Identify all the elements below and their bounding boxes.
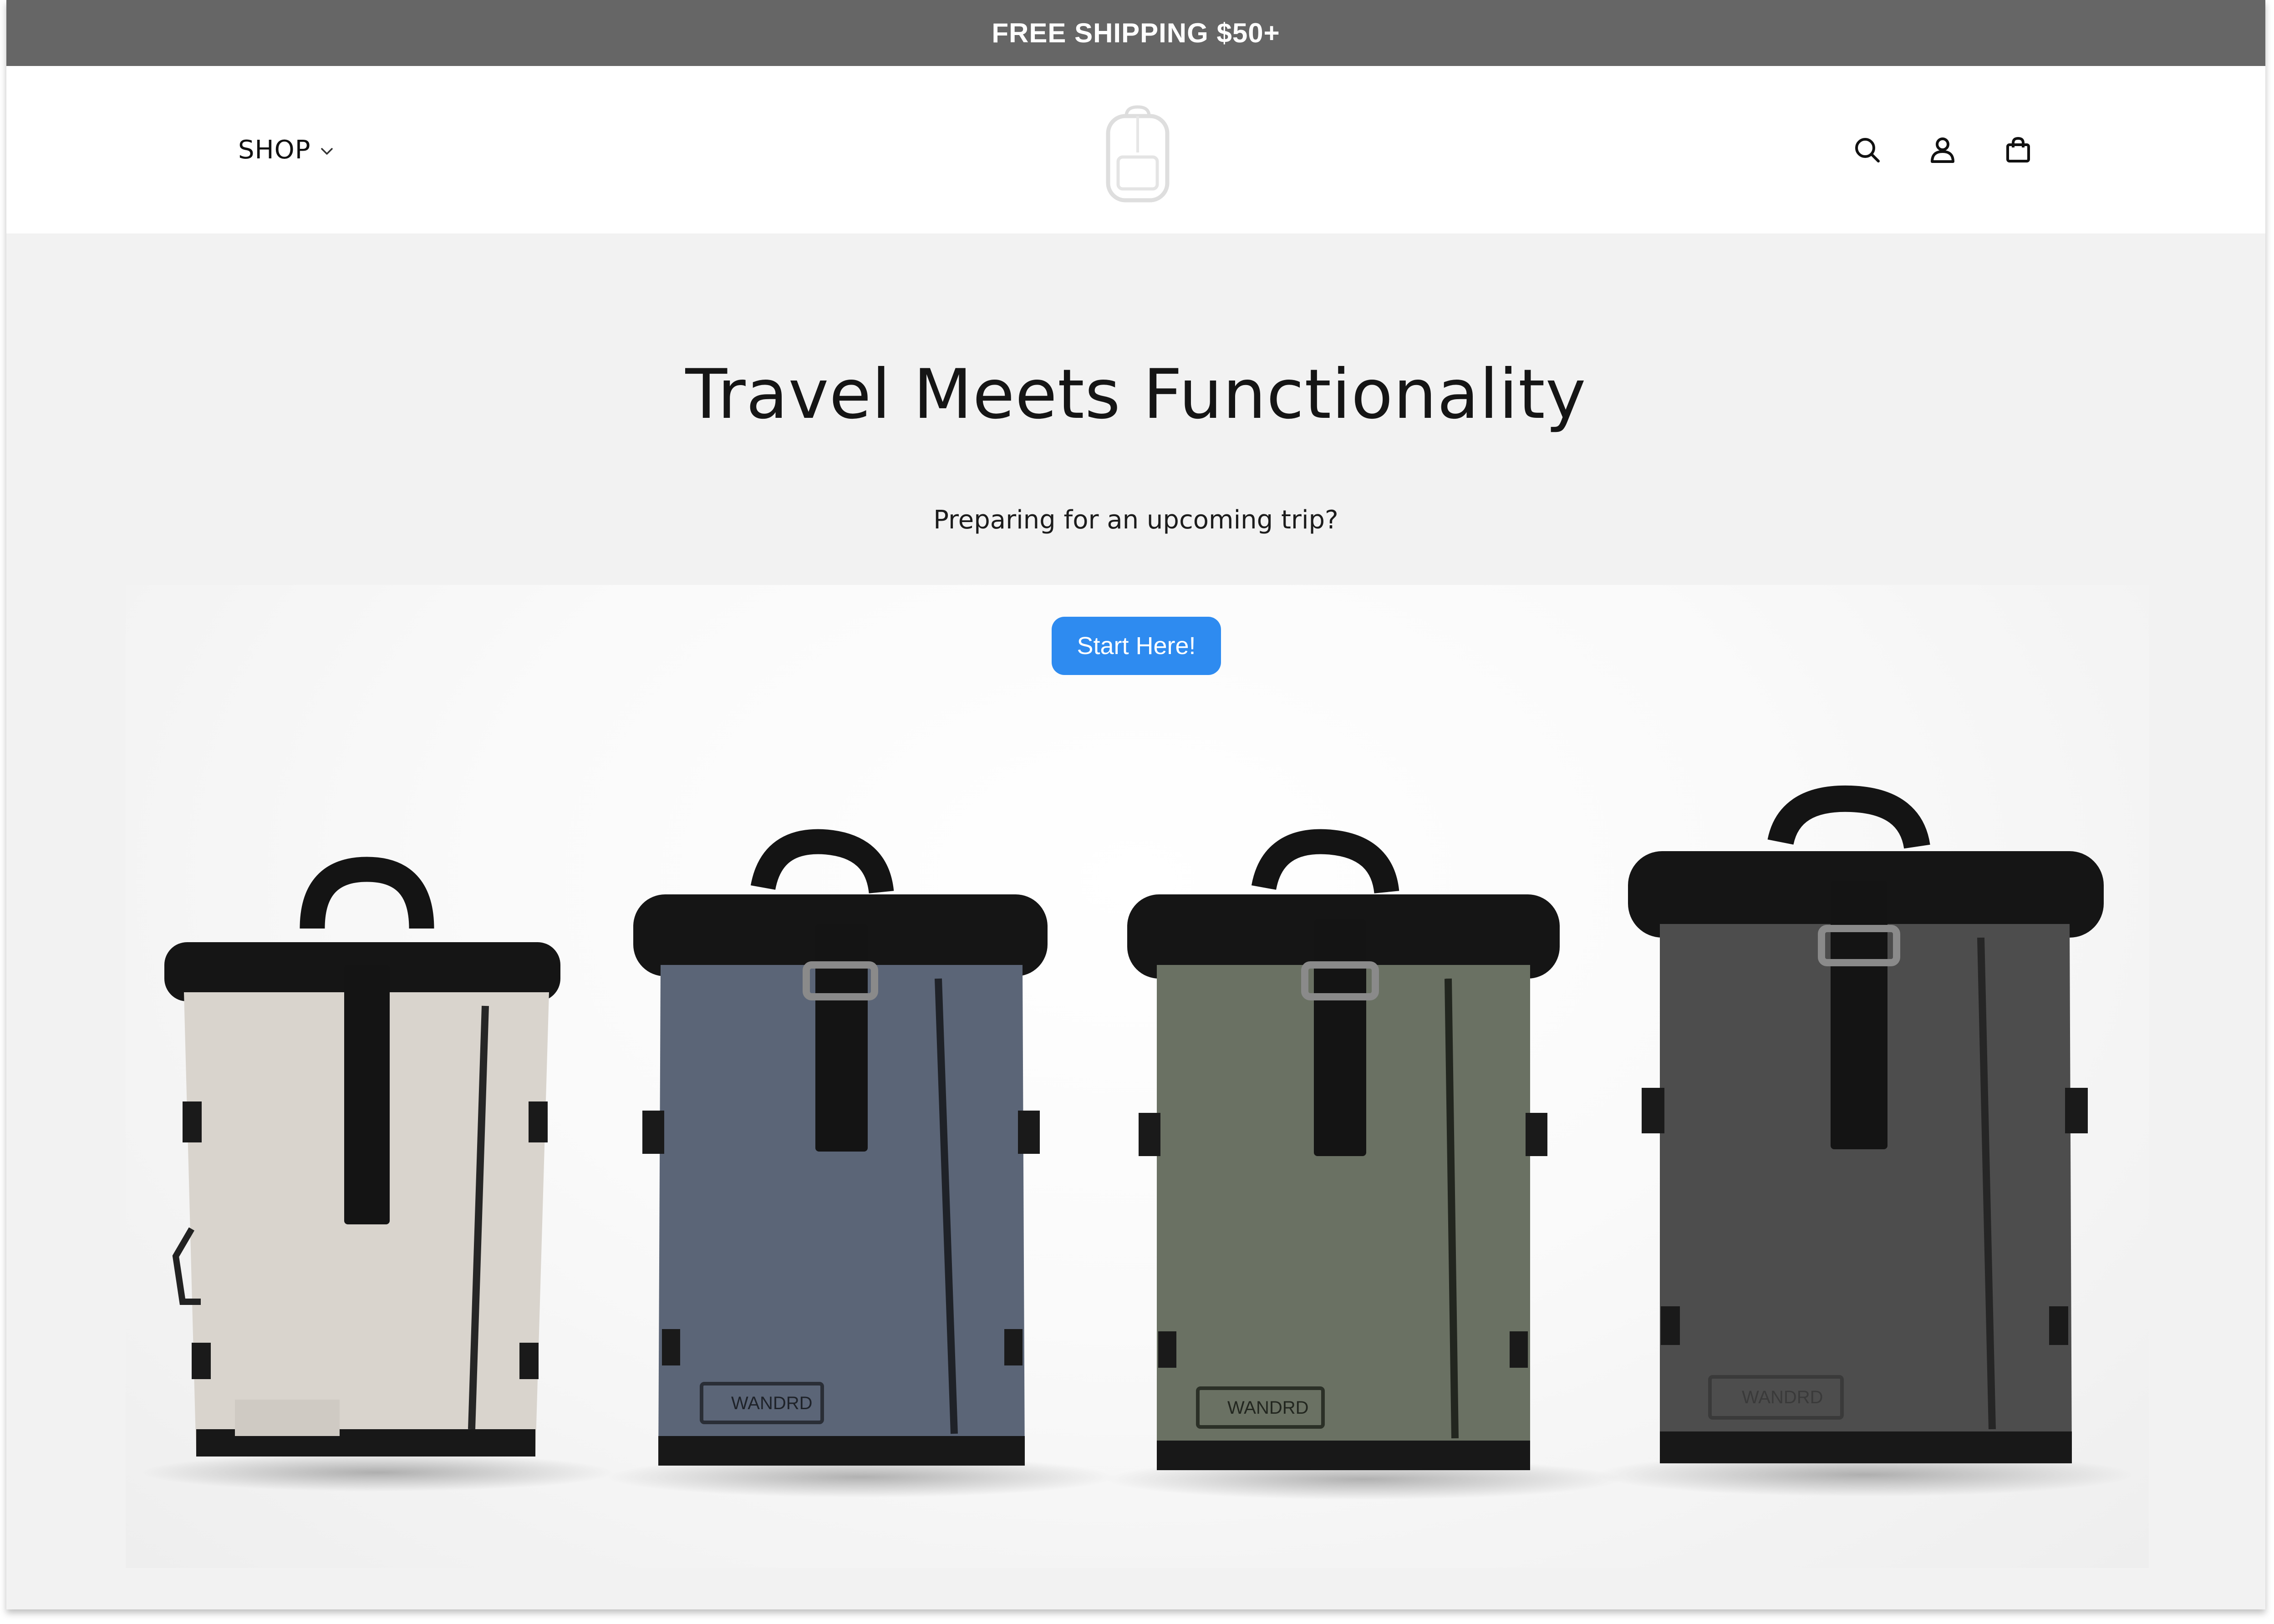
wandrd-brand-label: WANDRD bbox=[1227, 1398, 1309, 1418]
backpack-logo-icon[interactable] bbox=[1099, 102, 1176, 207]
hero-title: Travel Meets Functionality bbox=[685, 355, 1587, 434]
backpack-sand bbox=[164, 857, 560, 1457]
shop-menu-button[interactable]: SHOP bbox=[238, 66, 335, 233]
start-here-button[interactable]: Start Here! bbox=[1052, 617, 1221, 675]
page-frame: FREE SHIPPING $50+ SHOP Travel Meets Fun… bbox=[6, 0, 2265, 1609]
wandrd-brand-label: WANDRD bbox=[1742, 1387, 1823, 1407]
search-icon[interactable] bbox=[1852, 135, 1882, 165]
backpack-olive: WANDRD bbox=[1127, 829, 1560, 1470]
site-header: SHOP bbox=[6, 66, 2265, 233]
cart-bag-icon[interactable] bbox=[2003, 135, 2033, 165]
backpack-lineup-image: WANDRD WANDRD WANDRD bbox=[142, 785, 2133, 1500]
announcement-bar: FREE SHIPPING $50+ bbox=[6, 0, 2265, 66]
hero-subtitle: Preparing for an upcoming trip? bbox=[933, 505, 1338, 535]
backpack-slate-blue: WANDRD bbox=[633, 829, 1048, 1466]
chevron-down-icon bbox=[319, 143, 335, 159]
header-actions bbox=[1852, 66, 2033, 233]
wandrd-brand-label: WANDRD bbox=[731, 1393, 813, 1413]
backpack-black: WANDRD bbox=[1628, 785, 2104, 1463]
shop-label: SHOP bbox=[238, 135, 311, 165]
announcement-text: FREE SHIPPING $50+ bbox=[992, 18, 1280, 48]
account-icon[interactable] bbox=[1928, 135, 1958, 165]
